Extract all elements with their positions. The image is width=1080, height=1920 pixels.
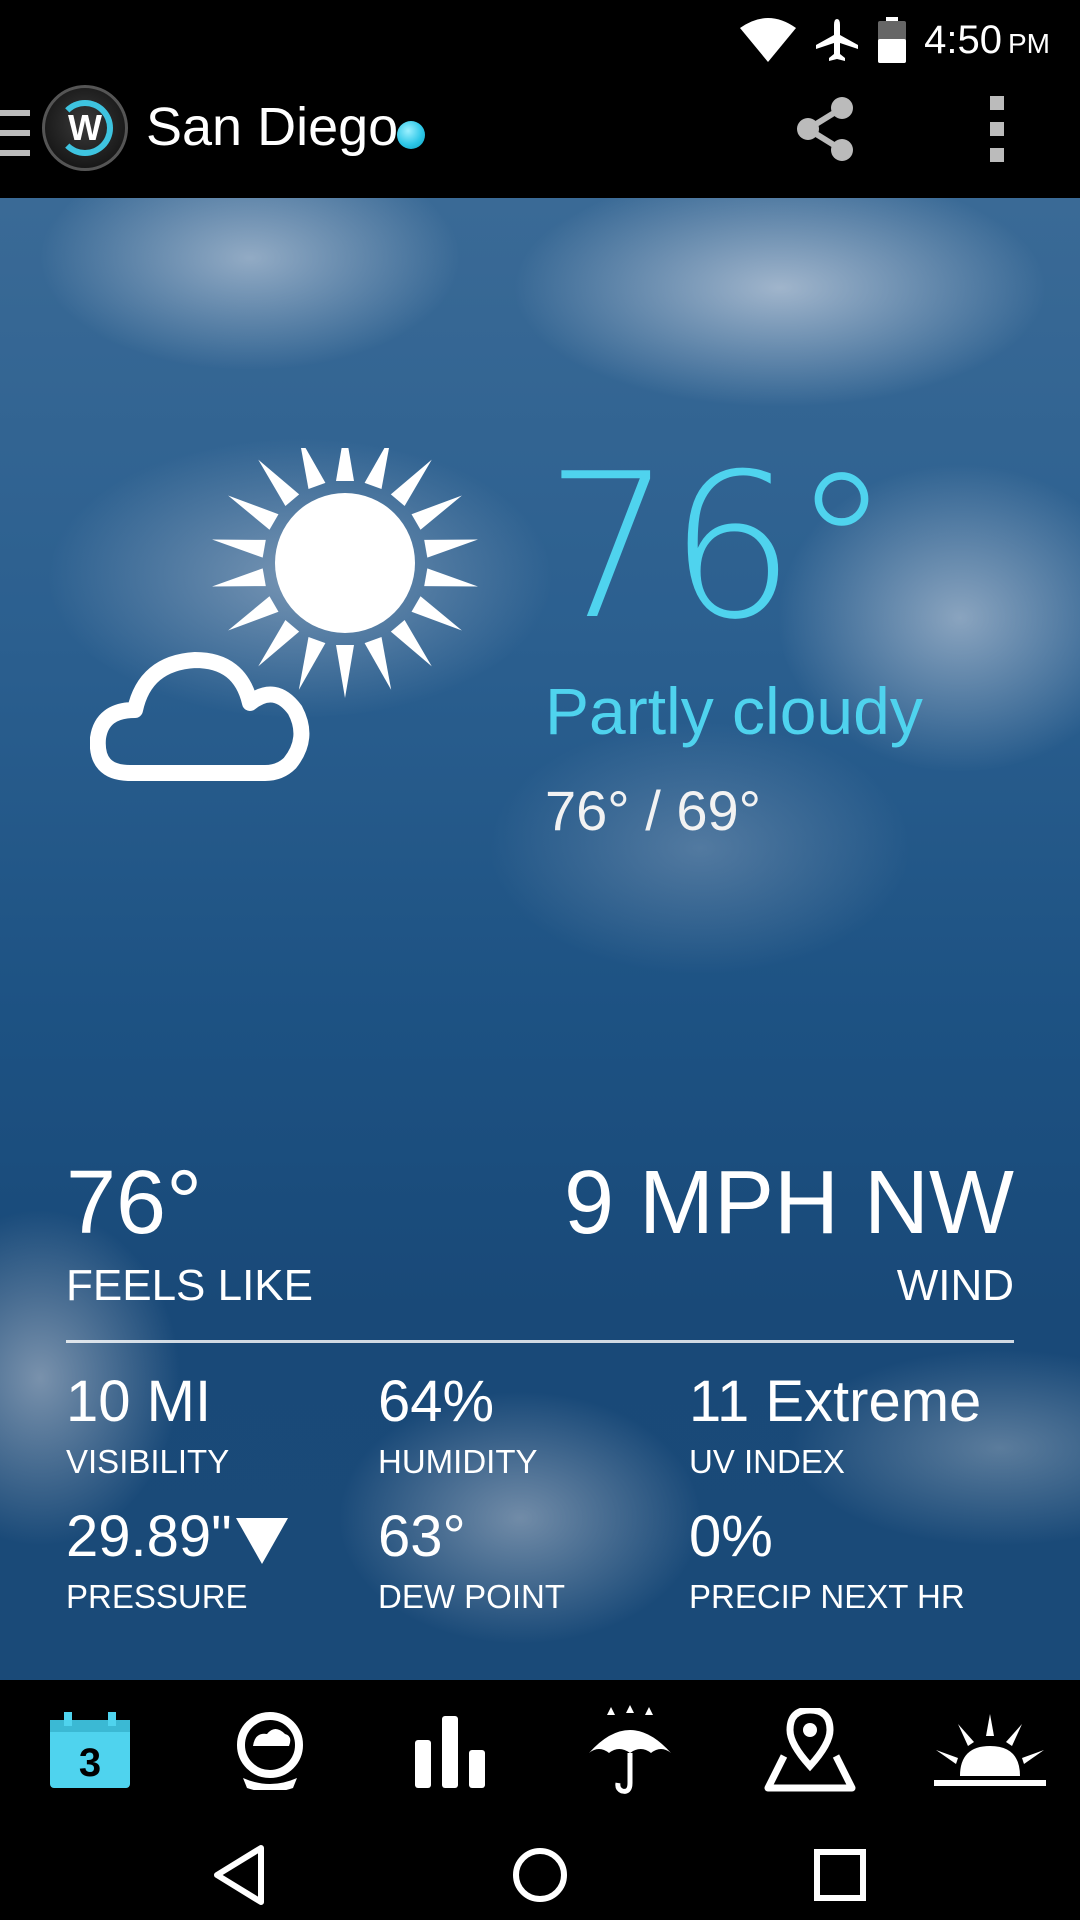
tab-graphs[interactable]: [360, 1680, 540, 1820]
precip-label: PRECIP NEXT HR: [689, 1578, 965, 1615]
bar-chart-icon: [415, 1716, 485, 1788]
wind-value: 9 MPH NW: [564, 1153, 1014, 1253]
overflow-menu-icon[interactable]: [980, 94, 1016, 164]
location-status-dot: [397, 121, 425, 149]
pressure-falling-icon: [235, 1517, 288, 1564]
status-time: 4:50 PM: [924, 18, 1050, 63]
humidity-value: 64%: [378, 1369, 495, 1434]
logo-text: W: [68, 107, 102, 148]
calendar-badge: 3: [79, 1741, 101, 1785]
current-temperature: 76°: [545, 431, 891, 664]
divider: [66, 1340, 1014, 1343]
uv-index-stat: 11 Extreme UV INDEX: [689, 1373, 981, 1481]
pressure-value: 29.89": [66, 1504, 232, 1569]
tab-sun-moon[interactable]: [900, 1680, 1080, 1820]
location-title[interactable]: San Diego: [146, 96, 398, 158]
dew-point-stat: 63° DEW POINT: [378, 1508, 565, 1616]
system-nav-bar: [0, 1820, 1080, 1920]
partly-cloudy-icon: [90, 448, 480, 781]
feels-like-label: FEELS LIKE: [66, 1261, 314, 1310]
back-icon[interactable]: [205, 1840, 275, 1910]
app-logo[interactable]: W: [42, 85, 128, 171]
share-icon[interactable]: [790, 94, 860, 164]
airplane-icon: [816, 19, 859, 61]
dew-point-label: DEW POINT: [378, 1578, 565, 1615]
humidity-label: HUMIDITY: [378, 1443, 538, 1480]
humidity-stat: 64% HUMIDITY: [378, 1373, 538, 1481]
weather-background: 76° Partly cloudy 76° / 69° 76° FEELS LI…: [0, 198, 1080, 1680]
calendar-icon: 3: [50, 1712, 130, 1788]
status-icons: 4:50 PM: [740, 10, 1050, 70]
tab-daily-forecast[interactable]: 3: [0, 1680, 180, 1820]
uv-index-value: 11 Extreme: [689, 1369, 982, 1434]
condition-text: Partly cloudy: [545, 674, 923, 748]
status-bar: 4:50 PM: [0, 0, 1080, 80]
high-low-temperature: 76° / 69°: [545, 779, 762, 842]
app-bar: W San Diego: [0, 80, 1080, 198]
dew-point-value: 63°: [378, 1504, 466, 1569]
clock-time: 4:50: [924, 17, 1002, 62]
pressure-stat: 29.89" PRESSURE: [66, 1508, 288, 1616]
precip-stat: 0% PRECIP NEXT HR: [689, 1508, 965, 1616]
umbrella-rain-icon: [589, 1705, 671, 1794]
clock-ampm: PM: [1008, 27, 1050, 59]
home-icon[interactable]: [505, 1840, 575, 1910]
visibility-stat: 10 MI VISIBILITY: [66, 1373, 229, 1481]
pressure-label: PRESSURE: [66, 1578, 248, 1615]
wifi-icon: [740, 18, 797, 62]
wind-label: WIND: [896, 1261, 1014, 1310]
hamburger-menu-icon[interactable]: [0, 106, 34, 162]
visibility-value: 10 MI: [66, 1369, 212, 1434]
map-pin-icon: [764, 1708, 856, 1792]
bottom-tab-bar: 3: [0, 1680, 1080, 1820]
tab-radar[interactable]: [180, 1680, 360, 1820]
feels-like-value: 76°: [66, 1153, 203, 1253]
radar-globe-icon: [237, 1712, 303, 1790]
battery-icon: [878, 17, 907, 63]
tab-map[interactable]: [720, 1680, 900, 1820]
precip-value: 0%: [689, 1504, 773, 1569]
tab-precipitation[interactable]: [540, 1680, 720, 1820]
uv-index-label: UV INDEX: [689, 1443, 845, 1480]
visibility-label: VISIBILITY: [66, 1443, 230, 1480]
recents-icon[interactable]: [805, 1840, 875, 1910]
sunrise-icon: [934, 1714, 1046, 1786]
